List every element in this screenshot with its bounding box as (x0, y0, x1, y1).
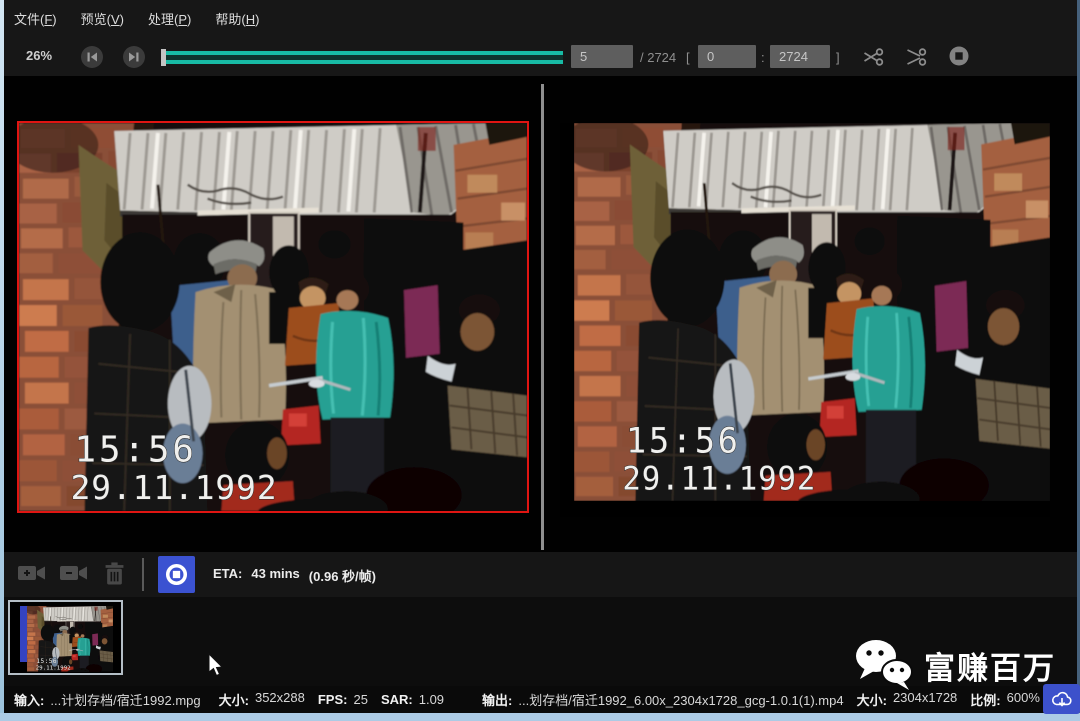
input-label: 输入: (14, 690, 44, 709)
watermark-text: 富赚百万 (924, 643, 1056, 688)
pane-divider[interactable] (541, 84, 544, 550)
menu-file[interactable]: 文件(F) (14, 9, 57, 28)
frame-total-label: / 2724 (640, 50, 676, 65)
sar-value: 1.09 (419, 692, 444, 707)
status-sar: SAR: 1.09 (381, 692, 444, 707)
status-input: 输入: ...计划存档/宿迁1992.mpg (14, 690, 201, 709)
menu-help[interactable]: 帮助(H) (215, 9, 259, 28)
toolbar: 26% / 2724 [ : ] (0, 36, 1080, 76)
preview-area (0, 76, 1080, 552)
timeline-slider[interactable] (166, 51, 563, 64)
trim-start-input[interactable] (698, 45, 756, 68)
window-edge-bottom (0, 713, 1080, 721)
trash-icon[interactable] (104, 561, 125, 587)
input-size-label: 大小: (219, 690, 249, 709)
cloud-download-icon (1050, 689, 1074, 710)
remove-video-icon[interactable] (59, 562, 89, 585)
cloud-download-button[interactable] (1043, 684, 1080, 714)
output-file: ...划存档/宿迁1992_6.00x_2304x1728_gcg-1.0.1(… (518, 690, 843, 709)
menu-preview[interactable]: 预览(V) (81, 9, 124, 28)
input-size-value: 352x288 (255, 690, 305, 709)
fps-label: FPS: (318, 692, 348, 707)
skip-back-button[interactable] (81, 46, 103, 68)
menu-bar: 文件(F) 预览(V) 处理(P) 帮助(H) (0, 0, 1080, 36)
stop-icon (164, 562, 189, 587)
stop-preview-icon[interactable] (949, 46, 969, 66)
fps-value: 25 (353, 692, 367, 707)
output-size-value: 2304x1728 (893, 690, 957, 709)
eta-rate: (0.96 秒/帧) (309, 566, 376, 585)
zoom-level: 26% (26, 48, 52, 63)
sar-label: SAR: (381, 692, 413, 707)
skip-forward-button[interactable] (123, 46, 145, 68)
split-cut-icon[interactable] (903, 45, 928, 69)
trim-close-bracket: ] (836, 50, 840, 65)
trim-colon: : (761, 50, 765, 65)
video-enhance-app-window: 15:56 29.11.1992 文件(F) 预览(V) 处理(P) 帮助(H)… (0, 0, 1080, 721)
video-thumbnail-selected[interactable] (8, 600, 123, 675)
output-video-pane[interactable] (560, 123, 1050, 517)
output-label: 输出: (482, 690, 512, 709)
control-divider (142, 558, 144, 591)
mouse-cursor (207, 653, 225, 679)
status-input-size: 大小: 352x288 (219, 690, 305, 709)
thumbnail-frame (27, 606, 113, 672)
menu-process[interactable]: 处理(P) (148, 9, 191, 28)
output-size-label: 大小: (857, 690, 887, 709)
stop-processing-button[interactable] (158, 556, 195, 593)
trim-end-input[interactable] (770, 45, 830, 68)
input-video-frame (19, 123, 527, 511)
status-output-size: 大小: 2304x1728 (857, 690, 958, 709)
thumbnail-blue-edge (20, 606, 27, 662)
input-video-pane[interactable] (17, 121, 529, 513)
eta-value: 43 mins (251, 566, 299, 585)
status-ratio: 比例: 600% (970, 690, 1040, 709)
timeline-slider-handle[interactable] (161, 49, 166, 66)
trim-cut-icon[interactable] (860, 45, 885, 69)
status-fps: FPS: 25 (318, 692, 368, 707)
window-edge-left (0, 0, 4, 721)
trim-open-bracket: [ (686, 50, 690, 65)
eta-status: ETA: 43 mins (0.96 秒/帧) (213, 566, 376, 585)
eta-label: ETA: (213, 566, 242, 585)
input-file: ...计划存档/宿迁1992.mpg (50, 690, 200, 709)
output-video-frame (574, 123, 1050, 501)
status-output: 输出: ...划存档/宿迁1992_6.00x_2304x1728_gcg-1.… (482, 690, 844, 709)
current-frame-input[interactable] (571, 45, 633, 68)
wechat-icon (852, 638, 916, 692)
watermark: 富赚百万 (852, 638, 1056, 692)
control-bar: ETA: 43 mins (0.96 秒/帧) (0, 552, 1080, 597)
add-video-icon[interactable] (17, 562, 47, 585)
ratio-value: 600% (1007, 690, 1040, 709)
ratio-label: 比例: (970, 690, 1000, 709)
